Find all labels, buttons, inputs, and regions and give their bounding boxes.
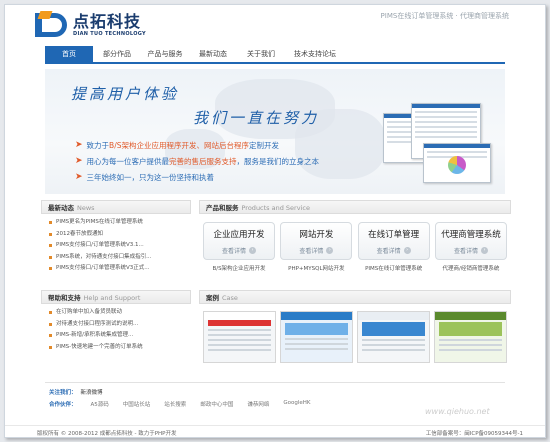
logo-mark-icon [35, 11, 73, 39]
help-panel: 帮助和支持 Help and Support 在订购单中加入备货员联动 对待通支付… [41, 290, 191, 370]
list-item[interactable]: 2012春节放假通知 [49, 229, 183, 241]
chevron-right-icon: › [403, 247, 411, 254]
products-panel: 产品和服务 Products and Service 企业应用开发 查看详情 › B/… [199, 200, 511, 286]
partner-link[interactable]: 谦恭网络 [247, 400, 269, 408]
news-list: PIMS更名为PIMS在线订单管理系统 2012春节放假通知 PIMS支付接口/… [41, 214, 191, 275]
banner-bullet: ➤ 三年始终如一，只为这一份坚持和执着 [75, 172, 215, 182]
arrow-right-icon: ➤ [75, 140, 83, 150]
chevron-right-icon: › [480, 247, 488, 254]
logo-en: DIAN TUO TECHNOLOGY [73, 31, 146, 37]
case-thumbnail[interactable] [434, 311, 507, 363]
chevron-right-icon: › [249, 247, 256, 254]
logo-cn: 点拓科技 [73, 12, 142, 31]
header-tagline: PIMS在线订单管理系统 · 代理商管理系统 [380, 12, 509, 20]
case-thumbnail[interactable] [357, 311, 430, 363]
cases-panel: 案例 Case [199, 290, 511, 370]
product-card[interactable]: 企业应用开发 查看详情 › B/S架构企业应用开发 [203, 222, 275, 272]
banner-bullet: ➤ 致力于 B/S架构企业应用程序开发、网站后台程序 定制开发 [75, 140, 279, 150]
screenshot-thumb [423, 143, 491, 183]
list-item[interactable]: 对待通支付接口程序测试的说明... [49, 319, 183, 331]
logo[interactable]: 点拓科技 DIAN TUO TECHNOLOGY [35, 11, 146, 39]
banner-bullet: ➤ 用心为每一位客户提供最 完善的售后服务支持 ，服务是我们的立身之本 [75, 156, 320, 166]
list-item[interactable]: PIMS支付接口/订单管理系统V3正式... [49, 263, 183, 275]
banner-bullets: ➤ 致力于 B/S架构企业应用程序开发、网站后台程序 定制开发 ➤ 用心为每一位客户… [75, 137, 319, 185]
nav-home[interactable]: 首页 [45, 46, 93, 62]
partner-link[interactable]: 站长搜索 [164, 400, 186, 408]
list-item[interactable]: PIMS系统，对待通支付接口集成指引... [49, 252, 183, 264]
list-item[interactable]: 在订购单中加入备货员联动 [49, 307, 183, 319]
weibo-link[interactable]: 新浪微博 [81, 390, 103, 396]
partner-link[interactable]: A5源码 [91, 400, 109, 408]
partner-link[interactable]: GoogleHK [283, 400, 310, 408]
nav-about[interactable]: 关于我们 [237, 46, 285, 62]
nav-works[interactable]: 部分作品 [93, 46, 141, 62]
nav-products[interactable]: 产品与服务 [141, 46, 189, 62]
banner-slogan-1: 提高用户体验 [71, 85, 180, 103]
list-item[interactable]: PIMS-快速地建一个完善的订单系统 [49, 342, 183, 354]
hero-banner[interactable]: 提高用户体验 我们一直在努力 ➤ 致力于 B/S架构企业应用程序开发、网站后台程序… [45, 69, 505, 194]
news-title: 最新动态 News [41, 200, 191, 214]
arrow-right-icon: ➤ [75, 172, 83, 182]
copyright: 版权所有 © 2008-2012 成都点拓科技 - 致力于PHP开发 [37, 431, 177, 437]
banner-screenshots [383, 103, 493, 183]
banner-slogan-2: 我们一直在努力 [193, 109, 320, 127]
arrow-right-icon: ➤ [75, 156, 83, 166]
help-list: 在订购单中加入备货员联动 对待通支付接口程序测试的说明... PIMS-新增/承… [41, 304, 191, 353]
product-card[interactable]: 代理商管理系统 查看详情 › 代理商/经销商管理系统 [434, 222, 507, 272]
product-card[interactable]: 在线订单管理 查看详情 › PIMS在线订单管理系统 [357, 222, 430, 272]
chevron-right-icon: › [326, 247, 334, 254]
list-item[interactable]: PIMS-新增/承积系统集成管理... [49, 330, 183, 342]
logo-text: 点拓科技 DIAN TUO TECHNOLOGY [73, 12, 146, 38]
cases-title: 案例 Case [199, 290, 511, 304]
partner-link[interactable]: 邮政中心中国 [200, 400, 233, 408]
product-card[interactable]: 网站开发 查看详情 › PHP+MYSQL网站开发 [280, 222, 353, 272]
case-thumbnail[interactable] [203, 311, 276, 363]
nav-forum[interactable]: 技术支持论坛 [285, 46, 345, 62]
list-item[interactable]: PIMS支付接口/订单管理系统V3.1... [49, 240, 183, 252]
pie-chart-icon [448, 156, 466, 174]
news-panel: 最新动态 News PIMS更名为PIMS在线订单管理系统 2012春节放假通知 … [41, 200, 191, 286]
follow-us: 关注我们： 新浪微博 [49, 390, 103, 396]
help-title: 帮助和支持 Help and Support [41, 290, 191, 304]
watermark: www.qiehuo.net [425, 407, 490, 416]
products-title: 产品和服务 Products and Service [199, 200, 511, 214]
main-nav: 首页 部分作品 产品与服务 最新动态 关于我们 技术支持论坛 [45, 46, 505, 64]
page-frame: 点拓科技 DIAN TUO TECHNOLOGY PIMS在线订单管理系统 · … [4, 4, 546, 438]
cases-grid [199, 304, 511, 363]
products-grid: 企业应用开发 查看详情 › B/S架构企业应用开发 网站开发 查看详情 › PHP+MY… [199, 214, 511, 272]
footer: 版权所有 © 2008-2012 成都点拓科技 - 致力于PHP开发 工信部备案… [5, 425, 545, 437]
partner-link[interactable]: 中国站长站 [123, 400, 151, 408]
icp-number[interactable]: 工信部备案号：闽ICP备09059344号-1 [426, 429, 523, 437]
nav-news[interactable]: 最新动态 [189, 46, 237, 62]
list-item[interactable]: PIMS更名为PIMS在线订单管理系统 [49, 217, 183, 229]
case-thumbnail[interactable] [280, 311, 353, 363]
